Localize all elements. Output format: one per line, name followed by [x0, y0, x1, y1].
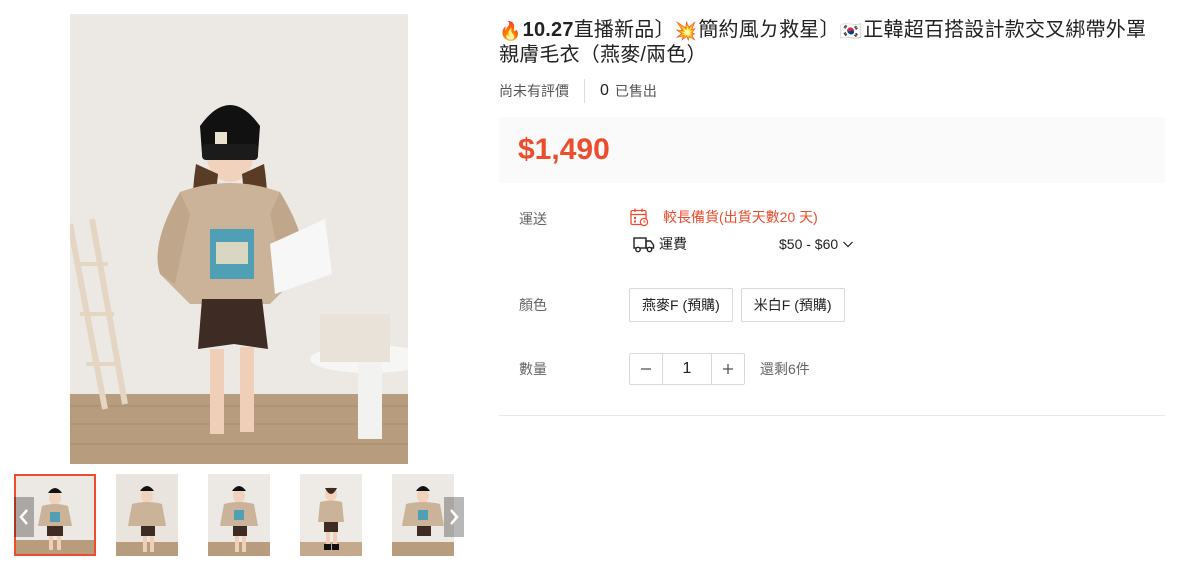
chevron-right-icon: [450, 509, 459, 525]
plus-icon: [723, 364, 733, 374]
section-divider: [499, 415, 1165, 416]
quantity-section: 數量 1 還剩6件: [499, 353, 1165, 385]
preorder-notice: 較長備貨(出貨天數20 天): [629, 206, 854, 228]
truck-icon: [633, 237, 655, 253]
color-option-ivory[interactable]: 米白F (預購): [740, 288, 845, 322]
quantity-label: 數量: [519, 361, 547, 377]
quantity-decrease-button[interactable]: [630, 354, 662, 384]
thumbnail-strip: [14, 474, 464, 556]
quantity-increase-button[interactable]: [712, 354, 744, 384]
color-option-oat[interactable]: 燕麥F (預購): [629, 288, 733, 322]
thumbnail-3[interactable]: [208, 474, 270, 556]
burst-emoji: 💥: [674, 21, 698, 41]
color-label: 顏色: [519, 297, 547, 313]
sold-count: 0: [600, 82, 609, 99]
title-part-1: 直播新品〕: [573, 19, 675, 41]
shipping-fee[interactable]: 運費 $50 - $60: [629, 233, 854, 255]
shipping-fee-label: 運費: [659, 236, 687, 252]
thumbnail-4[interactable]: [300, 474, 362, 556]
color-variation-section: 顏色 燕麥F (預購) 米白F (預購): [499, 288, 1165, 322]
chevron-left-icon: [19, 509, 28, 525]
price-section: $1,490: [499, 117, 1165, 183]
calendar-icon: [630, 208, 649, 227]
sold-label: 已售出: [614, 83, 657, 99]
minus-icon: [641, 368, 651, 370]
title-part-2: 簡約風ㄉ救星〕: [698, 19, 840, 41]
rating-status[interactable]: 尚未有評價: [499, 79, 585, 103]
quantity-input[interactable]: 1: [662, 354, 712, 384]
shipping-fee-range: $50 - $60: [779, 236, 839, 252]
fire-emoji: 🔥: [499, 21, 522, 41]
preorder-text: 較長備貨(出貨天數20 天): [663, 209, 818, 225]
quantity-stepper: 1: [629, 353, 745, 385]
product-info: 🔥10.27直播新品〕💥簡約風ㄉ救星〕🇰🇷正韓超百搭設計款交叉綁帶外罩親膚毛衣（…: [499, 18, 1165, 416]
product-title: 🔥10.27直播新品〕💥簡約風ㄉ救星〕🇰🇷正韓超百搭設計款交叉綁帶外罩親膚毛衣（…: [499, 18, 1165, 67]
chevron-down-icon[interactable]: [842, 238, 854, 250]
thumbnail-next-button[interactable]: [444, 497, 464, 537]
korea-flag-emoji: 🇰🇷: [839, 21, 863, 41]
rating-sold-bar: 尚未有評價 0 已售出: [499, 79, 1165, 103]
main-product-image[interactable]: [70, 14, 408, 464]
stock-remaining: 還剩6件: [760, 361, 810, 377]
shipping-section: 運送 較長備貨(出貨天數20 天) 運費 $50 - $60: [499, 206, 1165, 276]
shipping-label: 運送: [519, 211, 547, 227]
title-bold-part: 10.27: [522, 19, 574, 41]
thumbnail-2[interactable]: [116, 474, 178, 556]
product-gallery: [0, 0, 470, 570]
thumbnail-prev-button[interactable]: [14, 497, 34, 537]
product-price: $1,490: [518, 133, 610, 166]
